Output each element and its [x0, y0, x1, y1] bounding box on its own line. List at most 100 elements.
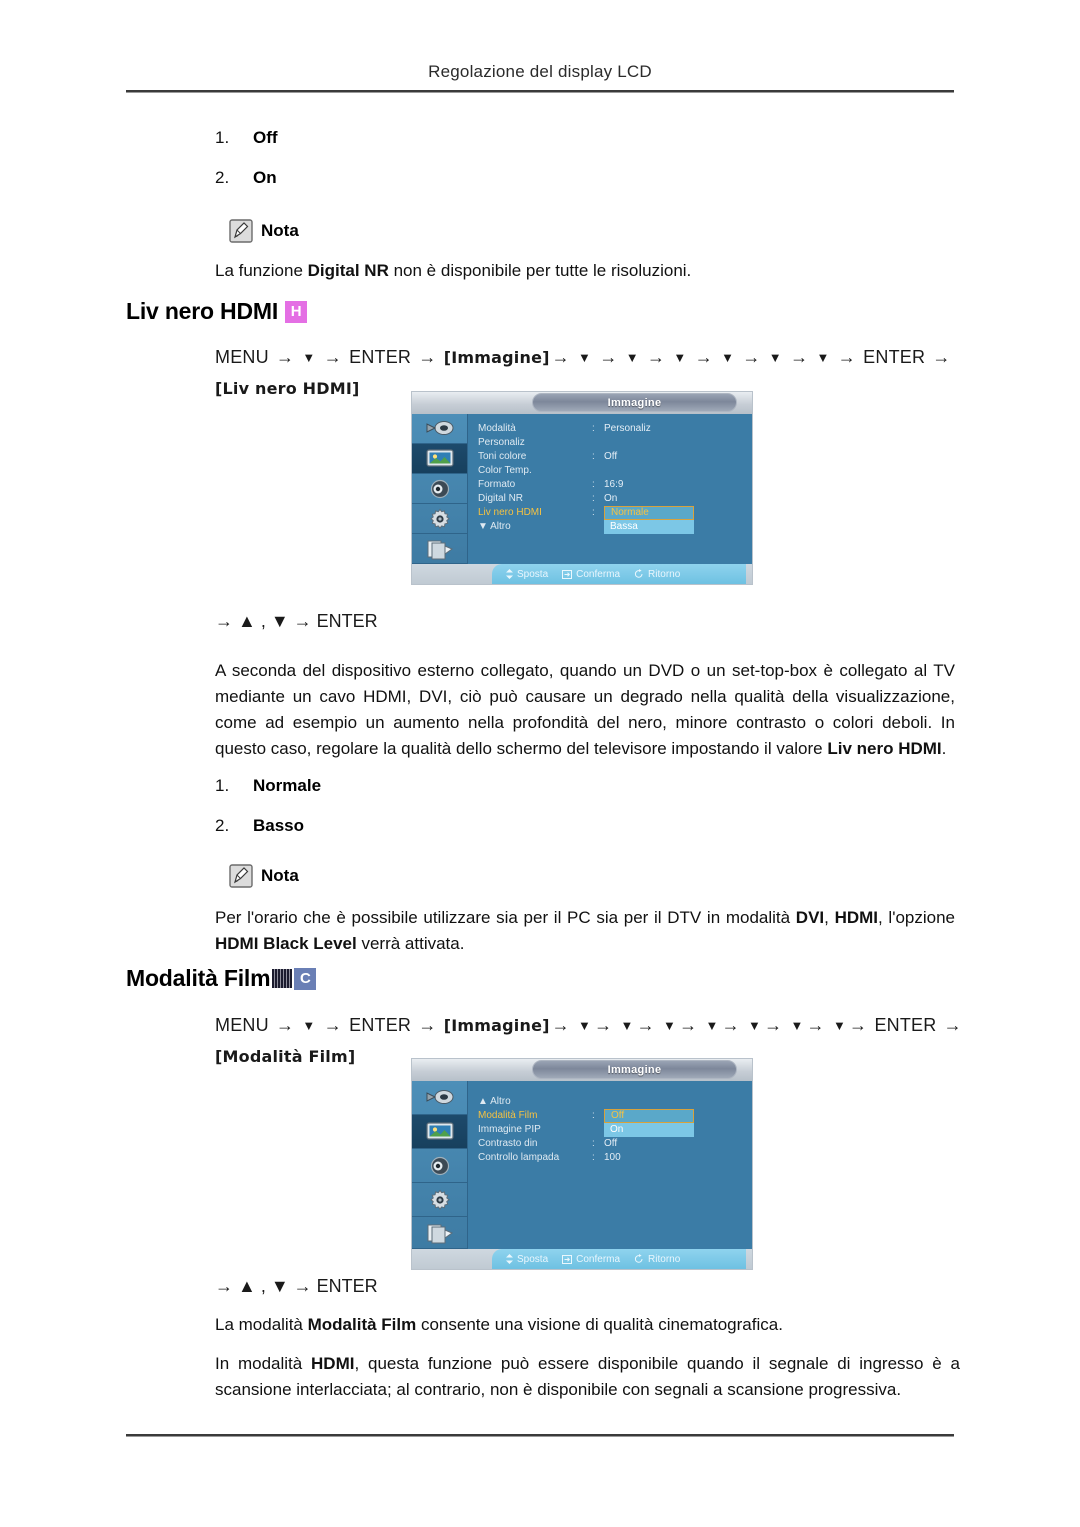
- osd-row-label: Digital NR: [478, 493, 524, 504]
- list-item-number: 1.: [215, 128, 230, 147]
- chevron-down-icon: ▼: [302, 1018, 316, 1033]
- osd-dropdown-option-selected[interactable]: Off: [604, 1109, 694, 1123]
- sound-speaker-icon: [430, 479, 449, 498]
- osd-footer-confirm[interactable]: Conferma: [562, 1254, 620, 1265]
- note-2-e: , l'opzione: [878, 908, 955, 927]
- osd-sidebar-item-sound[interactable]: [412, 1149, 467, 1183]
- osd-row[interactable]: Digital NR : On: [478, 492, 752, 506]
- note-2-text: Per l'orario che è possibile utilizzare …: [215, 905, 955, 957]
- osd-menu-list: Modalità : Personaliz Personaliz Toni co…: [468, 414, 752, 564]
- osd-row-label: ▲ Altro: [478, 1096, 511, 1107]
- osd-row-label: Toni colore: [478, 451, 527, 462]
- chevron-down-icon: ▼: [620, 1018, 634, 1033]
- menu-path-menu: MENU: [215, 347, 269, 367]
- osd-footer-return-label: Ritorno: [648, 1253, 681, 1265]
- arrow-right-icon: →: [418, 347, 437, 367]
- section-2-p2-a: In modalità: [215, 1354, 312, 1373]
- list-item-label: Basso: [253, 816, 305, 835]
- arrow-right-icon: →: [551, 347, 570, 367]
- osd-dropdown[interactable]: Normale Bassa: [604, 506, 694, 534]
- osd-row[interactable]: Contrasto din : Off: [478, 1137, 752, 1151]
- osd-sidebar-item-setup[interactable]: [412, 1183, 467, 1217]
- picture-icon: [425, 449, 454, 467]
- osd-row[interactable]: Color Temp.: [478, 464, 752, 478]
- arrow-right-icon: →: [679, 1015, 698, 1035]
- osd-screenshot-2: Immagine ▲ Altro Modalità Film: Immagin…: [411, 1058, 753, 1270]
- osd-row-sep: :: [592, 451, 595, 462]
- osd-row-label: Immagine PIP: [478, 1124, 541, 1135]
- arrow-right-icon: →: [932, 347, 951, 367]
- list-item-label: On: [253, 168, 277, 187]
- arrow-right-icon: →: [943, 1015, 962, 1035]
- osd-footer-move[interactable]: Sposta: [506, 1254, 548, 1265]
- osd-sidebar-item-input-source[interactable]: [412, 1081, 467, 1115]
- move-icon: [506, 1254, 513, 1264]
- note-1-text-c: non è disponibile per tutte le risoluzio…: [388, 261, 692, 280]
- note-block: Nota: [228, 218, 299, 244]
- chevron-down-icon: ▼: [721, 350, 735, 365]
- osd-footer-return[interactable]: Ritorno: [634, 1254, 680, 1265]
- arrow-right-icon: →: [849, 1015, 868, 1035]
- osd-row[interactable]: Modalità : Personaliz: [478, 422, 752, 436]
- list-item-number: 1.: [215, 776, 230, 795]
- osd-dropdown-option[interactable]: On: [604, 1123, 694, 1137]
- osd-footer: Sposta Conferma Ritorno: [412, 1249, 752, 1269]
- keyline-1: → ▲ , ▼ → ENTER: [215, 611, 378, 631]
- return-icon: [634, 569, 643, 578]
- osd-sidebar-item-input-source[interactable]: [412, 414, 467, 444]
- osd-footer-return[interactable]: Ritorno: [634, 569, 680, 580]
- osd-row-label: Controllo lampada: [478, 1152, 560, 1163]
- osd-row[interactable]: Toni colore : Off: [478, 450, 752, 464]
- osd-titlebar: Immagine: [412, 1059, 752, 1081]
- osd-row-sep: :: [592, 507, 595, 518]
- menu-path-menu: MENU: [215, 1015, 269, 1035]
- menu-path-immagine: [Immagine]: [443, 1016, 550, 1035]
- section-2-p1-c: consente una visione di qualità cinemato…: [416, 1315, 783, 1334]
- osd-sidebar-item-setup[interactable]: [412, 504, 467, 534]
- menu-path-enter-2: ENTER: [863, 347, 926, 367]
- menu-path-immagine: [Immagine]: [443, 348, 550, 367]
- osd-footer-bar: Sposta Conferma Ritorno: [492, 1249, 746, 1269]
- note-label: Nota: [261, 221, 299, 240]
- osd-dropdown-option[interactable]: Bassa: [604, 520, 694, 534]
- osd-row-label: Modalità Film: [478, 1110, 538, 1121]
- osd-sidebar-item-multi-control[interactable]: [412, 534, 467, 564]
- list-item: 1. Normale: [215, 776, 321, 796]
- osd-row-value: Off: [604, 451, 618, 462]
- osd-sidebar-item-sound[interactable]: [412, 474, 467, 504]
- osd-dropdown-option-selected[interactable]: Normale: [604, 506, 694, 520]
- osd-dropdown[interactable]: Off On: [604, 1109, 694, 1137]
- osd-sidebar-item-multi-control[interactable]: [412, 1217, 467, 1249]
- osd-row-sep: :: [592, 479, 595, 490]
- list-item-label: Normale: [253, 776, 322, 795]
- list-item-number: 2.: [215, 816, 230, 835]
- osd-sidebar-item-picture[interactable]: [412, 444, 467, 474]
- menu-path-enter-2: ENTER: [874, 1015, 937, 1035]
- osd-footer-move[interactable]: Sposta: [506, 569, 548, 580]
- osd-menu-list: ▲ Altro Modalità Film : Immagine PIP Con…: [468, 1081, 752, 1249]
- badge-h-icon: H: [285, 300, 308, 323]
- section-2-p1-b: Modalità Film: [307, 1315, 417, 1334]
- osd-row[interactable]: ▲ Altro: [478, 1095, 752, 1109]
- return-icon: [634, 1254, 643, 1263]
- chevron-down-icon: ▼: [663, 1018, 677, 1033]
- multi-control-icon: [427, 1224, 453, 1243]
- arrow-right-icon: →: [742, 347, 761, 367]
- osd-footer-confirm[interactable]: Conferma: [562, 569, 620, 580]
- note-pencil-icon: [228, 863, 254, 889]
- note-2-b: DVI: [795, 908, 825, 927]
- footer-rule: [126, 1434, 954, 1437]
- section-1-paragraph: A seconda del dispositivo esterno colleg…: [215, 658, 955, 762]
- osd-row[interactable]: Controllo lampada : 100: [478, 1151, 752, 1165]
- arrow-right-icon: →: [276, 347, 295, 367]
- osd-row[interactable]: Personaliz: [478, 436, 752, 450]
- confirm-enter-icon: [562, 569, 573, 579]
- osd-body: ▲ Altro Modalità Film : Immagine PIP Con…: [412, 1081, 752, 1249]
- menu-path-target: [Modalità Film]: [215, 1047, 356, 1066]
- osd-footer-confirm-label: Conferma: [576, 568, 621, 580]
- osd-row[interactable]: Formato : 16:9: [478, 478, 752, 492]
- note-pencil-icon: [228, 218, 254, 244]
- osd-sidebar-item-picture[interactable]: [412, 1115, 467, 1149]
- header-rule: [126, 90, 954, 93]
- list-item: 2. On: [215, 168, 278, 188]
